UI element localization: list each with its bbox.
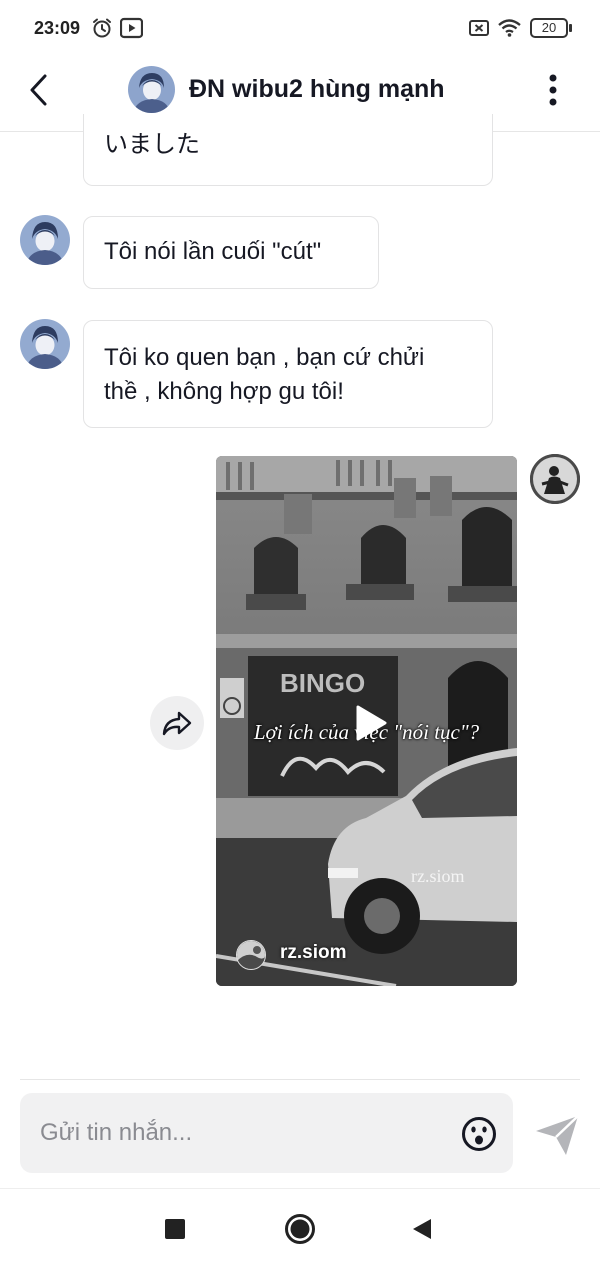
system-nav-bar [0, 1188, 600, 1267]
battery-icon: 20 [530, 18, 568, 38]
battery-level: 20 [541, 20, 557, 35]
status-time: 23:09 [34, 18, 81, 38]
video-watermark: rz.siom [411, 866, 465, 886]
sim-off-icon [469, 20, 489, 36]
wifi-icon [498, 19, 521, 37]
avatar-image [20, 319, 70, 369]
sender-avatar[interactable] [20, 215, 70, 265]
message-text: Tôi nói lần cuối "cút" [104, 238, 322, 265]
message-text: いました [104, 131, 200, 158]
chevron-left-icon[interactable] [22, 72, 58, 108]
message-text: thề , không hợp gu tôi! [104, 378, 344, 405]
share-forward-button[interactable] [150, 696, 204, 750]
sender-avatar[interactable] [20, 319, 70, 369]
my-avatar[interactable] [530, 454, 580, 504]
share-forward-icon [162, 711, 192, 736]
message-bubble[interactable]: Tôi ko quen bạn , bạn cứ chửi thề , khôn… [83, 320, 493, 428]
avatar-image [128, 66, 175, 113]
youtube-icon [120, 17, 143, 39]
group-avatar[interactable] [128, 66, 175, 113]
video-author-avatar[interactable] [236, 940, 266, 970]
emoji-icon[interactable] [461, 1116, 497, 1152]
avatar-image [530, 454, 580, 504]
avatar-image [20, 215, 70, 265]
message-input[interactable] [40, 1113, 450, 1153]
storefront-sign: BINGO [280, 668, 365, 698]
more-vertical-icon[interactable] [540, 70, 566, 110]
message-bubble[interactable]: いました [83, 114, 493, 186]
send-icon[interactable] [533, 1113, 581, 1157]
chat-title: ĐN wibu2 hùng mạnh [189, 75, 445, 103]
message-bubble[interactable]: Tôi nói lần cuối "cút" [83, 216, 379, 289]
play-icon[interactable] [354, 704, 388, 742]
home-circle-icon[interactable] [282, 1211, 318, 1247]
video-author-name[interactable]: rz.siom [280, 942, 347, 964]
message-text: Tôi ko quen bạn , bạn cứ chửi [104, 344, 425, 371]
shared-video-card[interactable]: BINGO Lợi ích của việc "nói tục"? rz.sio… [216, 456, 517, 986]
battery-tip [569, 24, 572, 32]
recents-square-icon[interactable] [157, 1211, 193, 1247]
back-triangle-icon[interactable] [404, 1211, 440, 1247]
alarm-icon [93, 18, 111, 38]
status-bar: 23:09 20 [0, 0, 600, 58]
composer-divider [20, 1079, 580, 1080]
message-composer [20, 1093, 513, 1173]
